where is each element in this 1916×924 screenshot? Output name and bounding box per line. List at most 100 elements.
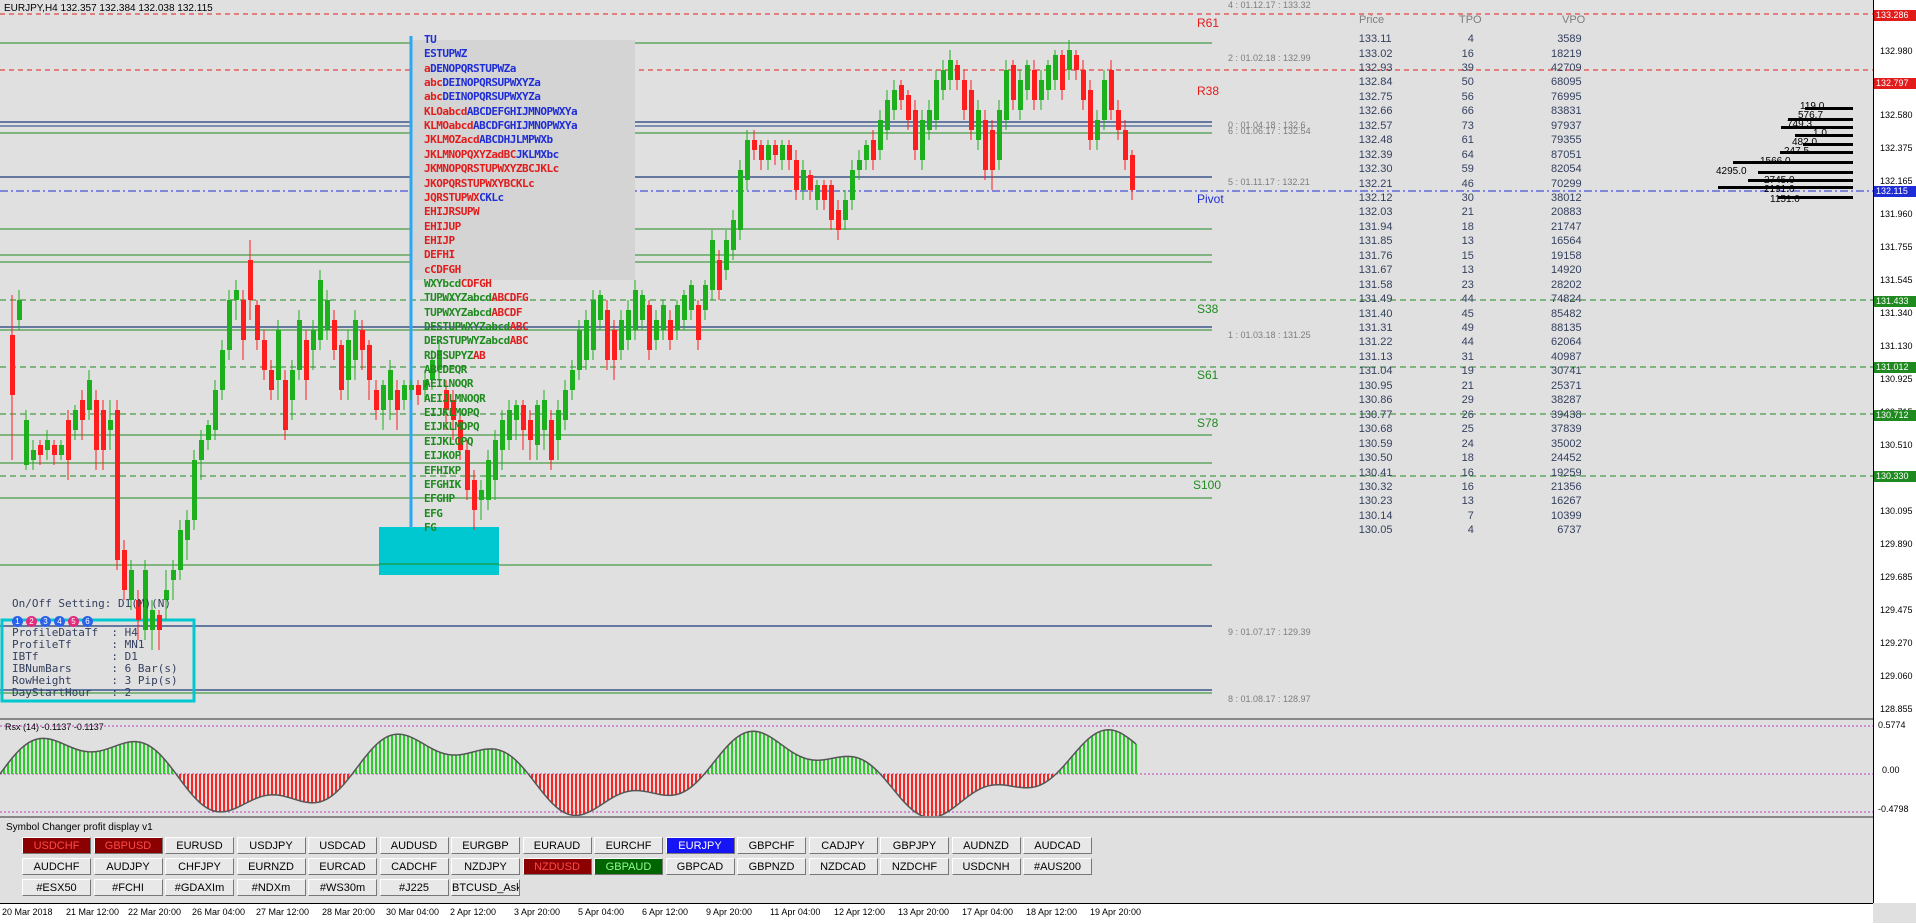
candle-body — [94, 400, 99, 450]
table-cell: 42709 — [1551, 61, 1582, 74]
profile-letters: cCDFGH — [424, 262, 461, 276]
candle-body — [17, 300, 22, 320]
time-axis: 20 Mar 2018 21 Mar 12:00 22 Mar 20:00 26 Ma… — [0, 903, 1873, 924]
candle-body — [269, 370, 274, 390]
table-cell: 37839 — [1551, 423, 1582, 436]
profile-row: DESTUPWXYZabcdABC — [424, 320, 529, 333]
table-header: TPO — [1459, 14, 1482, 26]
symbol-button[interactable]: #GDAXIm — [165, 879, 234, 896]
level-note: 4 : 01.12.17 : 133.32 — [1228, 0, 1311, 10]
table-cell: 131.94 — [1358, 220, 1393, 233]
symbol-changer-title: Symbol Changer profit display v1 — [6, 822, 153, 833]
symbol-button[interactable]: NZDJPY — [451, 858, 520, 875]
candle-body — [787, 145, 792, 160]
symbol-button[interactable]: #J225 — [379, 879, 449, 896]
table-cell: 3589 — [1557, 33, 1582, 45]
price-label: 130.095 — [1880, 506, 1913, 516]
candle-body — [1011, 65, 1016, 100]
table-cell: 16 — [1461, 466, 1474, 479]
volume-bar — [1733, 161, 1853, 164]
price-chart[interactable] — [0, 0, 1873, 716]
candle-body — [976, 110, 981, 140]
symbol-button[interactable]: USDCAD — [308, 837, 377, 854]
profile-row: abcDEINOPQRSUPWXYZa — [424, 90, 541, 103]
symbol-button[interactable]: USDCHF — [22, 837, 91, 854]
table-cell: 29 — [1461, 394, 1474, 407]
symbol-button[interactable]: AUDCAD — [1023, 837, 1092, 854]
candle-body — [815, 185, 820, 200]
table-cell: 131.67 — [1358, 264, 1393, 277]
candle-body — [192, 460, 197, 520]
symbol-button[interactable]: GBPAUD — [594, 858, 663, 875]
profile-letters: KLMOabcd — [424, 119, 473, 133]
candle-body — [10, 335, 15, 395]
symbol-button[interactable]: GBPNZD — [737, 858, 806, 875]
table-cell: 13 — [1461, 264, 1474, 277]
symbol-button[interactable]: AUDJPY — [93, 858, 163, 875]
symbol-button[interactable]: AUDUSD — [379, 837, 449, 854]
candle-body — [759, 145, 764, 160]
symbol-button[interactable]: CHFJPY — [165, 858, 234, 875]
symbol-button[interactable]: NZDCHF — [880, 858, 949, 875]
table-cell: 30741 — [1551, 365, 1582, 378]
candle-body — [311, 330, 316, 350]
symbol-button[interactable]: #FCHI — [93, 879, 163, 896]
symbol-button[interactable]: GBPCHF — [737, 837, 806, 854]
symbol-button[interactable]: #NDXm — [236, 879, 306, 896]
symbol-button[interactable]: GBPJPY — [880, 837, 949, 854]
candle-body — [633, 290, 638, 330]
price-label: 129.685 — [1880, 572, 1913, 582]
candle-body — [906, 95, 911, 120]
candle-body — [696, 305, 701, 340]
table-cell: 132.93 — [1358, 61, 1393, 74]
symbol-button[interactable]: EURGBP — [451, 837, 520, 854]
symbol-button[interactable]: AUDCHF — [22, 858, 91, 875]
table-cell: 49 — [1461, 322, 1474, 334]
candle-body — [1081, 70, 1086, 100]
table-cell: 21356 — [1551, 480, 1582, 493]
symbol-button[interactable]: EURAUD — [522, 837, 592, 854]
symbol-button[interactable]: EURCHF — [594, 837, 663, 854]
profile-row: EFGHP — [424, 492, 455, 505]
table-cell: 130.86 — [1358, 394, 1393, 407]
candle-body — [780, 145, 785, 160]
profile-letters: abc — [424, 76, 443, 90]
level-r38: R38 — [1197, 84, 1220, 98]
symbol-button[interactable]: #WS30m — [308, 879, 377, 896]
profile-letters: ABC — [509, 334, 529, 348]
candle-body — [178, 530, 183, 570]
symbol-button[interactable]: EURUSD — [165, 837, 234, 854]
symbol-button[interactable]: CADCHF — [379, 858, 449, 875]
symbol-button[interactable]: CADJPY — [808, 837, 878, 854]
profile-row: AEIJLMNOQR — [424, 392, 486, 405]
symbol-button[interactable]: EURCAD — [308, 858, 377, 875]
candle-body — [360, 330, 365, 350]
candle-body — [836, 210, 841, 230]
candle-body — [661, 305, 666, 330]
candle-body — [577, 330, 582, 370]
symbol-button[interactable]: NZDUSD — [522, 858, 592, 875]
profile-row: JKLMNOPQXYZadBCJKLMXbc — [424, 148, 559, 161]
table-cell: 39438 — [1551, 408, 1582, 421]
table-cell: 18 — [1461, 220, 1474, 233]
price-tag: 131.433 — [1874, 296, 1916, 307]
symbol-button[interactable]: GBPCAD — [665, 858, 735, 875]
symbol-button[interactable]: BTCUSD_Ask — [451, 879, 520, 896]
symbol-button[interactable]: AUDNZD — [951, 837, 1021, 854]
symbol-button[interactable]: #ESX50 — [22, 879, 91, 896]
rsi-axis-mid: 0.00 — [1882, 765, 1900, 775]
price-tag: 130.330 — [1874, 471, 1916, 482]
symbol-button[interactable]: USDCNH — [951, 858, 1021, 875]
table-cell: 130.50 — [1358, 452, 1393, 464]
symbol-button[interactable]: NZDCAD — [808, 858, 878, 875]
symbol-button[interactable]: USDJPY — [236, 837, 306, 854]
symbol-button[interactable]: #AUS200 — [1023, 858, 1092, 875]
level-note: 8 : 01.08.17 : 128.97 — [1228, 694, 1311, 704]
symbol-button[interactable]: EURJPY — [665, 837, 735, 854]
symbol-button[interactable]: GBPUSD — [93, 837, 163, 854]
symbol-button[interactable]: EURNZD — [236, 858, 306, 875]
time-label: 3 Apr 20:00 — [514, 907, 561, 917]
profile-letters: JKLMOZacd — [424, 133, 480, 147]
profile-row: EHIJRSUPW — [424, 205, 480, 218]
profile-letters: EFGHIK — [424, 477, 461, 491]
